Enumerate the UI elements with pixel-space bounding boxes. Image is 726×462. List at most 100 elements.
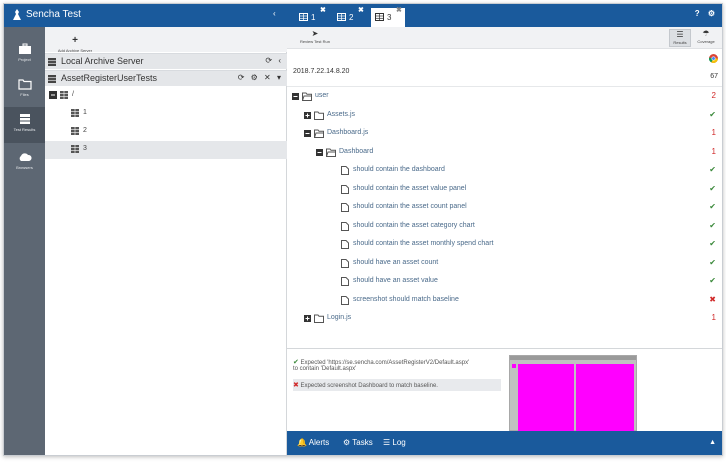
archive-tree-row[interactable]: / [45,87,287,105]
expand-caret-icon[interactable]: ▲ [709,439,716,446]
test-row[interactable]: should contain the asset value panel ✔ [287,181,722,199]
test-row[interactable]: should contain the asset count panel ✔ [287,199,722,217]
expectation-message[interactable]: ✖ Expected screenshot Dashboard to match… [293,379,501,391]
expand-toggle-icon[interactable] [304,111,311,119]
nav-item-browsers[interactable]: Browsers [4,145,45,179]
archive-label: AssetRegisterUserTests [61,73,158,83]
tab-label: 1 [311,13,316,22]
umbrella-icon: ☂ [702,29,710,38]
folder-icon [314,314,324,323]
nav-label: Test Results [13,127,36,132]
collapse-toggle-icon[interactable] [292,93,299,100]
archive-tree-label: / [72,91,74,98]
status-footer: 🔔 Alerts ⚙ Tasks ☰ Log ▲ [287,431,722,455]
collapse-toggle-icon[interactable] [316,148,323,156]
review-test-run-button[interactable]: ➤ Review Test Run [295,29,335,44]
help-settings-icons[interactable]: ? ⚙ [695,9,718,18]
collapse-toggle-icon[interactable] [304,130,311,137]
suite-row[interactable]: Dashboard.js 1 [287,125,722,143]
coverage-view-button[interactable]: ☂ Coverage [693,29,719,44]
nav-item-files[interactable]: Files [4,72,45,106]
test-file-icon [341,221,349,231]
tab-label: 3 [387,13,392,22]
expand-toggle-icon[interactable] [304,315,311,322]
log-button[interactable]: ☰ Log [383,438,406,447]
run-grid-icon [71,127,79,135]
preview-titlebar [510,356,636,360]
suite-label: Login.js [327,314,352,321]
tab-run-3[interactable]: 3 ✖ [371,6,405,27]
suite-row[interactable]: Assets.js ✔ [287,107,722,125]
fail-status: 1 [711,313,716,322]
pass-status-icon: ✔ [709,109,716,119]
grid-icon [299,13,308,21]
sencha-logo-icon [13,9,21,20]
nav-item-test-results[interactable]: Test Results [4,107,45,143]
archive-toolbar: + Add Archive Server [45,27,287,54]
add-archive-server-button[interactable]: + Add Archive Server [53,30,97,54]
run-grid-icon [71,109,79,117]
run-grid-icon [71,145,79,153]
archive-actions[interactable]: ⟳ ⚙ ✕ ▾ [238,73,283,82]
test-file-icon [341,240,349,249]
plus-icon: + [72,35,78,46]
run-summary-row[interactable]: 2018.7.22.14.8.20 67 [287,51,722,87]
tab-run-1[interactable]: 1 ✖ [295,6,329,27]
test-label: screenshot should match baseline [353,295,459,303]
fail-status: 1 [711,146,716,156]
collapse-toggle-icon[interactable] [49,91,57,99]
suite-row[interactable]: Dashboard 1 [287,144,722,162]
test-file-icon [341,166,349,175]
test-row[interactable]: should contain the asset monthly spend c… [287,236,722,254]
screenshot-diff-preview[interactable] [509,355,637,432]
tasks-button[interactable]: ⚙ Tasks [343,438,373,447]
fail-status: 1 [711,128,716,137]
test-file-icon [341,184,349,194]
nav-item-project[interactable]: Project [4,37,45,71]
server-actions[interactable]: ⟳ ‹ [265,56,283,65]
run-test-count: 67 [710,73,718,80]
pass-status-icon: ✔ [709,257,716,267]
archive-icon [48,75,56,83]
nav-label: Browsers [16,165,33,170]
alerts-button[interactable]: 🔔 Alerts [297,438,329,447]
cloud-icon [19,153,32,161]
diff-marker [512,364,516,368]
archive-tree-label: 1 [83,109,87,116]
tab-close-icon[interactable]: ✖ [320,6,326,14]
test-row[interactable]: should contain the dashboard ✔ [287,162,722,180]
review-label: Review Test Run [300,39,330,44]
run-date: 2018.7.22.14.8.20 [293,68,350,75]
suite-label: Assets.js [327,110,356,118]
collapse-panel-icon[interactable]: ‹ [273,9,276,18]
message-line: to contain 'Default.aspx' [293,366,357,372]
test-row[interactable]: should contain the asset category chart ✔ [287,218,722,236]
archive-tree-row[interactable]: 1 [45,105,287,123]
test-row[interactable]: should have an asset count ✔ [287,255,722,273]
test-row[interactable]: should have an asset value ✔ [287,273,722,291]
suite-row[interactable]: user 2 [287,88,722,106]
fail-status: 2 [711,91,716,100]
nav-label: Files [20,92,29,97]
tab-close-icon[interactable]: ✖ [396,6,402,14]
alerts-label: Alerts [308,438,330,447]
tab-close-icon[interactable]: ✖ [358,6,364,14]
results-view-button[interactable]: ☰ Results [669,29,691,47]
app-title: Sencha Test [26,9,81,20]
tab-run-2[interactable]: 2 ✖ [333,6,367,27]
suite-row[interactable]: Login.js 1 [287,310,722,328]
test-row[interactable]: screenshot should match baseline ✖ [287,292,722,310]
diff-region [576,364,634,432]
test-file-icon [341,295,349,305]
server-row[interactable]: Local Archive Server ⟳ ‹ [45,53,287,69]
test-file-icon [341,258,349,268]
archive-row[interactable]: AssetRegisterUserTests ⟳ ⚙ ✕ ▾ [45,70,287,86]
archive-panel: + Add Archive Server Local Archive Serve… [45,27,287,455]
server-icon [48,58,56,66]
archive-tree-row[interactable]: 3 [45,141,287,159]
details-panel: ✔ Expected 'https://se.sencha.com/AssetR… [287,348,722,432]
folder-icon [17,79,32,90]
log-label: Log [392,438,406,447]
archive-tree-row[interactable]: 2 [45,123,287,141]
suite-label: Dashboard.js [327,129,369,136]
